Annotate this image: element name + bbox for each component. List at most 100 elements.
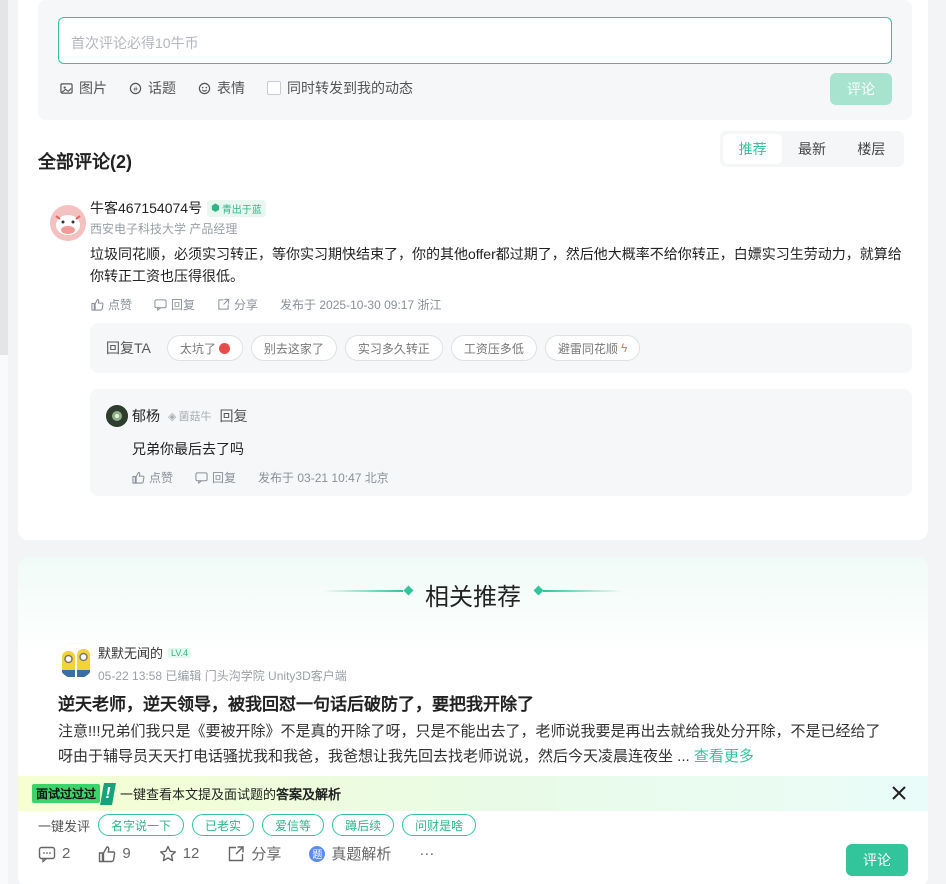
forward-label: 同时转发到我的动态	[287, 80, 413, 96]
reply-label: 回复	[212, 471, 237, 485]
author-name[interactable]: 牛客467154074号	[90, 198, 202, 218]
minion-avatar-icon	[58, 643, 94, 679]
emoji-icon	[198, 82, 211, 94]
badge-label: 青出于蓝	[221, 204, 262, 216]
lightning-icon: ϟ	[620, 341, 628, 355]
ai-strong-text: 答案及解析	[276, 787, 342, 802]
reply-time: 发布于 03-21 10:47 北京	[258, 471, 389, 485]
thumb-up-icon	[91, 298, 104, 311]
image-icon	[60, 82, 73, 94]
chip-label: 工资压多低	[463, 341, 524, 356]
close-icon[interactable]	[890, 784, 908, 802]
quick-comment-label: 一键发评	[38, 818, 91, 834]
tab-latest[interactable]: 最新	[782, 134, 841, 164]
thumb-up-icon	[132, 471, 145, 484]
level-badge: ◈ 菌菇牛	[168, 408, 211, 424]
forward-option[interactable]: 同时转发到我的动态	[267, 78, 413, 98]
cow-avatar-icon	[50, 205, 86, 241]
sort-tabs: 推荐 最新 楼层	[720, 131, 904, 167]
star-count: 12	[182, 845, 200, 862]
tab-floor[interactable]: 楼层	[842, 134, 901, 164]
forward-checkbox[interactable]	[267, 81, 281, 95]
reply-button[interactable]: 回复	[154, 296, 195, 313]
more-icon: ···	[419, 845, 435, 862]
level-label: 菌菇牛	[178, 411, 212, 423]
all-comments-title: 全部评论(2)	[38, 152, 132, 172]
like-count-button[interactable]: 9	[98, 845, 131, 863]
reply-header: 郁杨 ◈ 菌菇牛 回复	[132, 406, 247, 426]
post-body-text: 注意!!!兄弟们我只是《要被开除》不是真的开除了呀，只是不能出去了，老师说我要是…	[58, 723, 881, 765]
post-action-bar: 2 9 12 分享 题 真题解析 ···	[38, 843, 434, 864]
reply-icon	[195, 472, 208, 484]
author-meta: 西安电子科技大学 产品经理	[90, 222, 238, 236]
reply-actions: 点赞 回复 发布于 03-21 10:47 北京	[132, 469, 389, 486]
reply-label: 回复	[171, 298, 196, 312]
analysis-icon: 题	[309, 845, 326, 862]
reply-button[interactable]: 回复	[195, 469, 236, 486]
image-tool[interactable]: 图片	[60, 78, 107, 98]
quick-comment-chip[interactable]: 蹲后续	[332, 814, 395, 836]
avatar[interactable]	[106, 405, 128, 427]
avatar[interactable]	[50, 205, 86, 241]
question-analysis-button[interactable]: 题 真题解析	[309, 843, 391, 864]
comment-count: 2	[62, 845, 71, 862]
post-meta: 05-22 13:58 已编辑 门头沟学院 Unity3D客户端	[98, 669, 347, 683]
reply-link[interactable]: 回复	[219, 406, 247, 426]
tab-recommended[interactable]: 推荐	[723, 134, 783, 164]
quick-reply-label: 回复TA	[106, 340, 151, 356]
like-label: 点赞	[149, 471, 174, 485]
share-button[interactable]: 分享	[217, 296, 258, 313]
quick-reply-chip[interactable]: 太坑了	[166, 335, 243, 361]
angry-emoji-icon	[218, 342, 230, 354]
avatar[interactable]	[58, 643, 94, 679]
page-edge	[0, 0, 8, 355]
quick-reply-chip[interactable]: 实习多久转正	[344, 335, 443, 361]
comment-count-button[interactable]: 2	[38, 845, 70, 863]
reply-author-name[interactable]: 郁杨	[132, 406, 160, 426]
chip-label: 太坑了	[179, 341, 216, 356]
comment-button[interactable]: 评论	[846, 844, 908, 876]
like-count: 9	[122, 845, 131, 862]
chip-label: 实习多久转正	[357, 341, 430, 356]
ai-answer-banner[interactable]: 面试过过过 ! 一键查看本文提及面试题的 答案及解析	[18, 776, 928, 811]
level-icon: ◈	[168, 410, 177, 423]
quick-comment-chip[interactable]: 问财是啥	[402, 814, 477, 836]
post-title[interactable]: 逆天老师，逆天领导，被我回怼一句话后破防了，要把我开除了	[58, 690, 534, 715]
submit-comment-button[interactable]: 评论	[830, 73, 892, 105]
emoji-tool[interactable]: 表情	[198, 78, 245, 98]
ai-text: 一键查看本文提及面试题的	[120, 787, 277, 802]
share-icon	[218, 298, 230, 310]
comment-input[interactable]: 首次评论必得10牛币	[58, 17, 892, 64]
quick-comment-chip[interactable]: 已老实	[192, 814, 255, 836]
view-more-link[interactable]: 查看更多	[694, 748, 754, 765]
topic-icon: #	[129, 82, 142, 94]
quick-reply-chip[interactable]: 工资压多低	[450, 335, 537, 361]
comment-icon	[38, 846, 56, 863]
comment-actions: 点赞 回复 分享 发布于 2025-10-30 09:17 浙江	[91, 296, 441, 313]
quick-comment-chip[interactable]: 名字说一下	[98, 814, 185, 836]
quick-reply-chip[interactable]: 避雷同花顺 ϟ	[544, 335, 641, 361]
title-decoration-right	[543, 590, 623, 592]
star-icon	[159, 845, 176, 861]
emoji-tool-label: 表情	[217, 80, 245, 96]
post-author-name[interactable]: 默默无闻的	[98, 643, 163, 662]
share-label: 分享	[234, 298, 259, 312]
like-button[interactable]: 点赞	[132, 469, 173, 486]
related-title: 相关推荐	[425, 584, 521, 611]
reply-thread: 郁杨 ◈ 菌菇牛 回复 兄弟你最后去了吗 点赞 回复 发布于 03-21 10:4…	[90, 389, 912, 496]
chip-label: 避雷同花顺	[557, 341, 618, 356]
like-label: 点赞	[108, 298, 133, 312]
share-label: 分享	[251, 846, 282, 863]
topic-tool[interactable]: # 话题	[129, 78, 176, 98]
more-button[interactable]: ···	[419, 845, 434, 862]
svg-text:#: #	[133, 84, 138, 93]
analysis-label: 真题解析	[331, 846, 392, 863]
status-badge: ⬢ 青出于蓝	[207, 199, 266, 217]
quick-comment-chip[interactable]: 爱信等	[262, 814, 325, 836]
quick-reply-chip[interactable]: 别去这家了	[250, 335, 337, 361]
share-button[interactable]: 分享	[227, 843, 281, 864]
exclamation-icon: !	[100, 782, 116, 805]
star-count-button[interactable]: 12	[159, 845, 200, 863]
like-button[interactable]: 点赞	[91, 296, 132, 313]
image-tool-label: 图片	[79, 80, 107, 96]
